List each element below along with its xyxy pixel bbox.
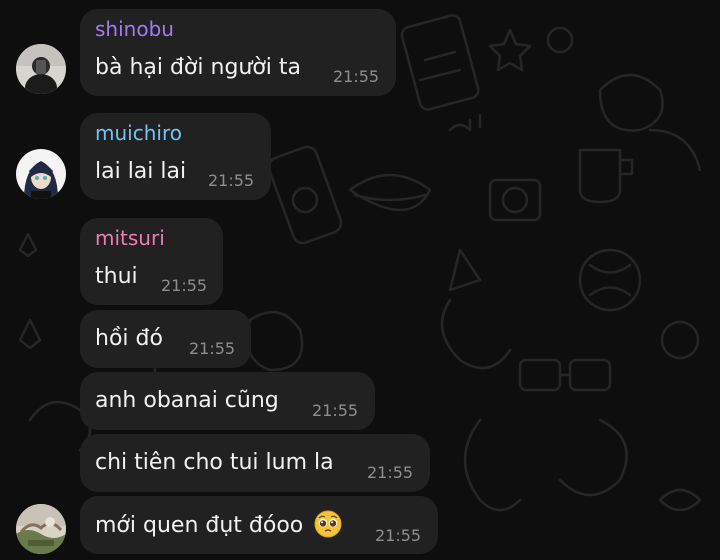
message-text: hồi đó bbox=[95, 326, 163, 351]
message-bubble[interactable]: chi tiên cho tui lum la 21:55 bbox=[80, 434, 430, 492]
message-text: chi tiên cho tui lum la bbox=[95, 450, 334, 475]
pleading-face-icon bbox=[314, 510, 342, 538]
message-text: thui bbox=[95, 264, 138, 289]
message-timestamp: 21:55 bbox=[367, 463, 414, 482]
sender-name[interactable]: muichiro bbox=[95, 121, 182, 145]
message-text: anh obanai cũng bbox=[95, 388, 279, 413]
message-bubble[interactable]: hồi đó 21:55 bbox=[80, 310, 251, 368]
message-bubble[interactable]: anh obanai cũng 21:55 bbox=[80, 372, 375, 430]
message-text-content: mới quen đụt đóoo bbox=[95, 513, 304, 538]
message-bubble[interactable]: mới quen đụt đóoo 21:55 bbox=[80, 496, 438, 554]
message-text: mới quen đụt đóoo bbox=[95, 510, 342, 538]
message-text: lai lai lai bbox=[95, 159, 187, 184]
message-timestamp: 21:55 bbox=[189, 339, 236, 358]
avatar-muichiro[interactable] bbox=[16, 149, 66, 199]
sender-name[interactable]: mitsuri bbox=[95, 226, 165, 250]
avatar-mitsuri[interactable] bbox=[16, 504, 66, 554]
message-timestamp: 21:55 bbox=[208, 171, 255, 190]
message-timestamp: 21:55 bbox=[312, 401, 359, 420]
message-timestamp: 21:55 bbox=[375, 526, 422, 545]
avatar-shinobu[interactable] bbox=[16, 44, 66, 94]
message-bubble[interactable]: muichiro lai lai lai 21:55 bbox=[80, 113, 271, 200]
message-timestamp: 21:55 bbox=[161, 276, 208, 295]
message-bubble[interactable]: mitsuri thui 21:55 bbox=[80, 218, 223, 305]
message-bubble[interactable]: shinobu bà hại đời người ta 21:55 bbox=[80, 9, 396, 96]
sender-name[interactable]: shinobu bbox=[95, 17, 174, 41]
message-timestamp: 21:55 bbox=[333, 67, 380, 86]
message-text: bà hại đời người ta bbox=[95, 55, 302, 80]
